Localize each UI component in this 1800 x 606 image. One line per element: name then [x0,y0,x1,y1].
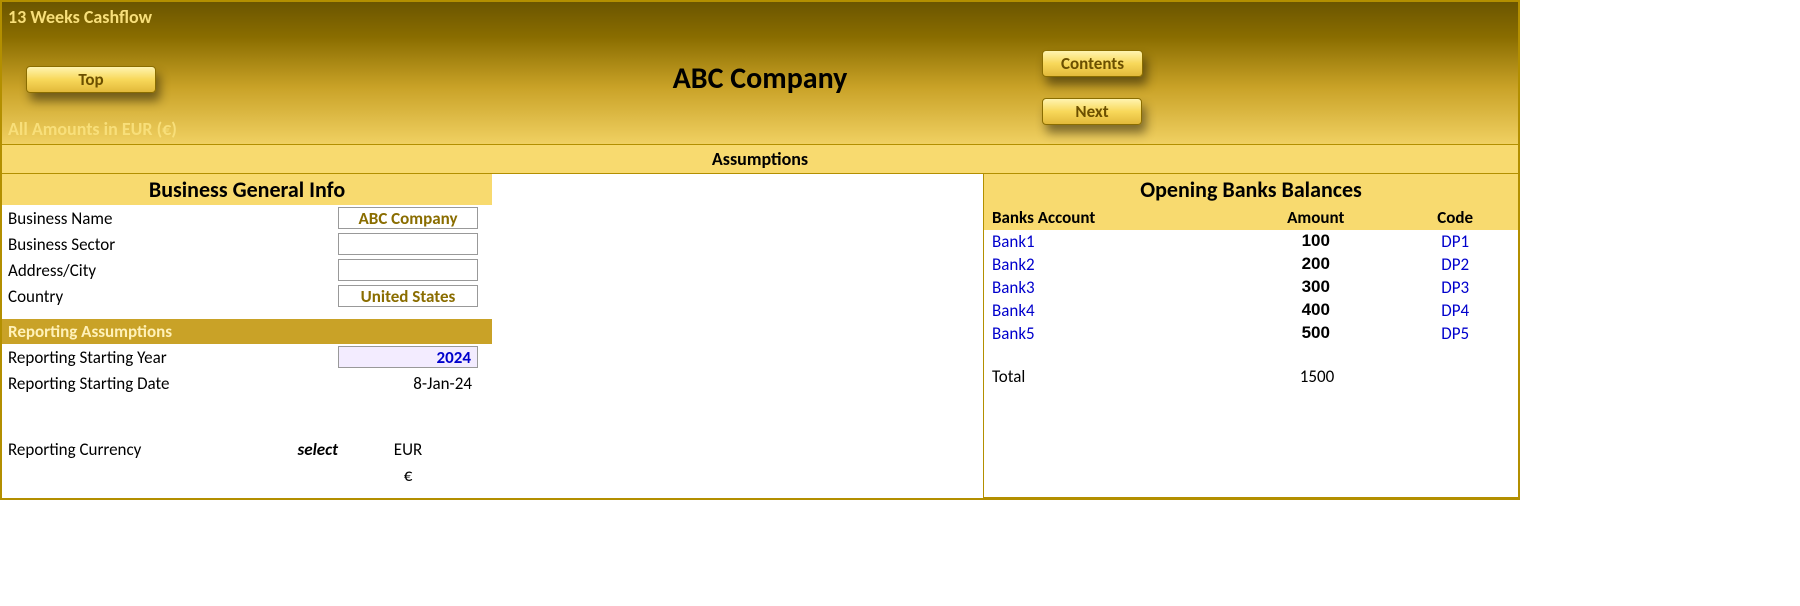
row-business-name: Business Name ABC Company [2,205,492,231]
business-name-label: Business Name [8,208,228,229]
address-label: Address/City [8,260,228,281]
bank-name[interactable]: Bank1 [992,231,1231,252]
row-currency: Reporting Currency select EUR [2,436,492,462]
row-country: Country United States [2,283,492,309]
bank-code[interactable]: DP2 [1400,254,1510,275]
bank-code[interactable]: DP4 [1400,300,1510,321]
bank-name[interactable]: Bank2 [992,254,1231,275]
row-currency-symbol: € [2,462,492,488]
content-area: Business General Info Business Name ABC … [2,174,1518,498]
bank-amount[interactable]: 200 [1231,254,1400,275]
bank-row: Bank2 200 DP2 [984,253,1518,276]
bank-name[interactable]: Bank5 [992,323,1231,344]
bank-name[interactable]: Bank4 [992,300,1231,321]
bank-row: Bank5 500 DP5 [984,322,1518,345]
left-panel: Business General Info Business Name ABC … [2,174,492,498]
bank-row: Bank4 400 DP4 [984,299,1518,322]
address-input[interactable] [338,259,478,281]
bank-code[interactable]: DP1 [1400,231,1510,252]
worksheet: 13 Weeks Cashflow All Amounts in EUR (€)… [0,0,1520,500]
row-address: Address/City [2,257,492,283]
bank-row: Bank1 100 DP1 [984,230,1518,253]
banks-total-row: Total 1500 [984,365,1518,388]
business-info-title: Business General Info [2,174,492,205]
business-name-input[interactable]: ABC Company [338,207,478,229]
banks-total-value: 1500 [1232,366,1402,387]
banks-header-row: Banks Account Amount Code [984,205,1518,230]
section-title: Assumptions [2,144,1518,174]
country-label: Country [8,286,228,307]
row-start-year: Reporting Starting Year 2024 [2,344,492,370]
header-banner: 13 Weeks Cashflow All Amounts in EUR (€)… [2,2,1518,144]
bank-amount[interactable]: 400 [1231,300,1400,321]
banks-col-code: Code [1400,207,1510,228]
bank-code[interactable]: DP3 [1400,277,1510,298]
bank-row: Bank3 300 DP3 [984,276,1518,299]
business-sector-label: Business Sector [8,234,228,255]
middle-spacer [492,174,983,498]
reporting-assumptions-title: Reporting Assumptions [2,319,492,344]
currency-hint: select [228,439,338,460]
business-sector-input[interactable] [338,233,478,255]
company-name: ABC Company [2,60,1518,97]
banks-col-amount: Amount [1231,207,1400,228]
currency-symbol: € [338,465,478,486]
banks-panel-title: Opening Banks Balances [984,174,1518,205]
row-business-sector: Business Sector [2,231,492,257]
row-start-date: Reporting Starting Date 8-Jan-24 [2,370,492,396]
currency-label: Reporting Currency [8,439,228,460]
banks-col-account: Banks Account [992,207,1231,228]
banks-panel: Opening Banks Balances Banks Account Amo… [983,174,1518,498]
start-date-label: Reporting Starting Date [8,373,228,394]
workbook-title: 13 Weeks Cashflow [8,6,152,28]
top-button[interactable]: Top [26,66,156,93]
banks-total-label: Total [992,366,1232,387]
bank-amount[interactable]: 300 [1231,277,1400,298]
currency-value[interactable]: EUR [338,439,478,460]
country-input[interactable]: United States [338,285,478,307]
next-button[interactable]: Next [1042,98,1142,125]
bank-amount[interactable]: 100 [1231,231,1400,252]
start-year-input[interactable]: 2024 [338,346,478,368]
bank-amount[interactable]: 500 [1231,323,1400,344]
contents-button[interactable]: Contents [1042,50,1143,77]
amounts-note: All Amounts in EUR (€) [8,118,177,140]
start-year-label: Reporting Starting Year [8,347,228,368]
bank-name[interactable]: Bank3 [992,277,1231,298]
start-date-value: 8-Jan-24 [338,373,478,394]
bank-code[interactable]: DP5 [1400,323,1510,344]
